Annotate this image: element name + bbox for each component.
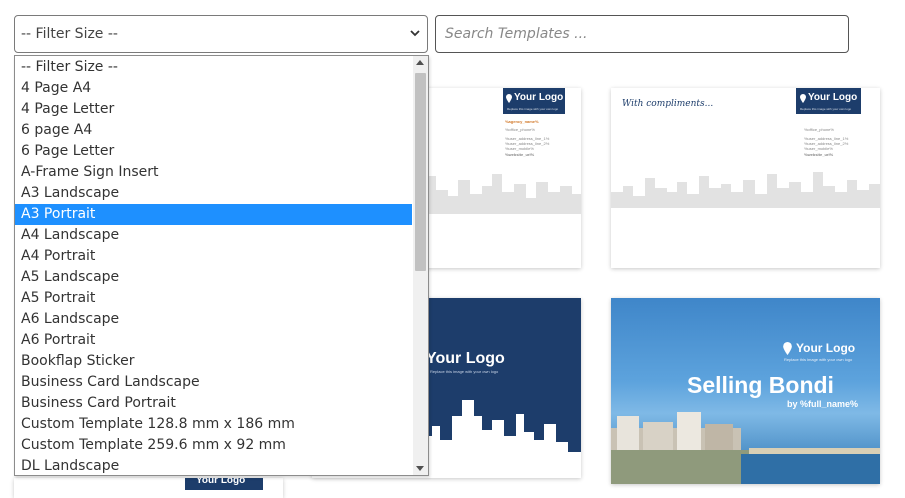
template-logo: Your Logo Replace this image with your o… <box>503 88 565 114</box>
dropdown-option[interactable]: Bookflap Sticker <box>15 351 412 372</box>
template-line: %office_phone% <box>804 127 834 132</box>
map-pin-icon <box>783 342 792 355</box>
scroll-up-arrow-icon[interactable] <box>416 60 424 65</box>
search-placeholder: Search Templates ... <box>445 26 588 42</box>
dropdown-option[interactable]: Custom Template 128.8 mm x 186 mm <box>15 414 412 435</box>
template-website: %website_url% <box>505 152 535 157</box>
agency-name: %agency_name% <box>505 119 539 124</box>
filter-size-selected: -- Filter Size -- <box>21 26 118 42</box>
dropdown-option[interactable]: Business Card Portrait <box>15 393 412 414</box>
dropdown-option[interactable]: 4 Page Letter <box>15 99 412 120</box>
scrollbar-thumb[interactable] <box>415 73 426 271</box>
template-line: %office_phone% <box>505 127 535 132</box>
logo-text: Your Logo <box>808 92 858 103</box>
dropdown-option[interactable]: DL Landscape <box>15 456 412 475</box>
filter-size-select[interactable]: -- Filter Size -- <box>14 15 428 53</box>
template-card-photo[interactable]: Your Logo Replace this image with your o… <box>611 298 880 484</box>
logo-text: Your Logo <box>426 350 505 367</box>
dropdown-option[interactable]: A5 Landscape <box>15 267 412 288</box>
logo-text: Your Logo <box>514 92 564 103</box>
template-logo: Your Logo Replace this image with your o… <box>796 88 861 114</box>
template-subtitle: by %full_name% <box>787 399 859 409</box>
skyline-graphic <box>611 172 880 208</box>
dropdown-option[interactable]: A4 Landscape <box>15 225 412 246</box>
dropdown-scrollbar[interactable] <box>413 56 428 475</box>
dropdown-option[interactable]: A3 Landscape <box>15 183 412 204</box>
logo-text: Your Logo <box>796 341 856 355</box>
filter-size-dropdown-list[interactable]: -- Filter Size -- 4 Page A4 4 Page Letter 6… <box>14 55 429 476</box>
template-card-partial[interactable]: Your Logo <box>14 478 283 498</box>
logo-subtext: Replace this image with your own logo <box>784 357 853 362</box>
template-line: %user_mobile% <box>505 146 534 151</box>
dropdown-option[interactable]: 6 page A4 <box>15 120 412 141</box>
template-website: %website_url% <box>804 152 834 157</box>
beach-photo <box>611 412 880 484</box>
dropdown-option[interactable]: A3 Portrait <box>15 204 412 225</box>
dropdown-option[interactable]: 6 Page Letter <box>15 141 412 162</box>
dropdown-option[interactable]: -- Filter Size -- <box>15 57 412 78</box>
dropdown-option[interactable]: A-Frame Sign Insert <box>15 162 412 183</box>
template-title: Selling Bondi <box>687 372 834 398</box>
template-card-compliments[interactable]: With compliments... Your Logo Replace th… <box>611 88 880 268</box>
dropdown-option[interactable]: A5 Portrait <box>15 288 412 309</box>
logo-text: Your Logo <box>196 478 246 486</box>
template-logo: Your Logo <box>185 478 263 490</box>
logo-subtext: Replace this image with your own logo <box>507 107 559 111</box>
dropdown-option[interactable]: A4 Portrait <box>15 246 412 267</box>
dropdown-option[interactable]: Custom Template 259.6 mm x 92 mm <box>15 435 412 456</box>
greeting-text: With compliments... <box>622 99 714 109</box>
logo-subtext: Replace this image with your own logo <box>800 107 852 111</box>
dropdown-option[interactable]: A6 Portrait <box>15 330 412 351</box>
template-line: %user_mobile% <box>804 146 833 151</box>
logo-subtext: Replace this image with your own logo <box>430 369 499 374</box>
dropdown-option[interactable]: Business Card Landscape <box>15 372 412 393</box>
map-pin-icon <box>506 94 512 103</box>
dropdown-option[interactable]: 4 Page A4 <box>15 78 412 99</box>
map-pin-icon <box>800 94 806 103</box>
dropdown-option[interactable]: A6 Landscape <box>15 309 412 330</box>
chevron-down-icon <box>410 30 420 37</box>
scroll-down-arrow-icon[interactable] <box>416 466 424 471</box>
search-templates-input[interactable]: Search Templates ... <box>435 15 849 53</box>
